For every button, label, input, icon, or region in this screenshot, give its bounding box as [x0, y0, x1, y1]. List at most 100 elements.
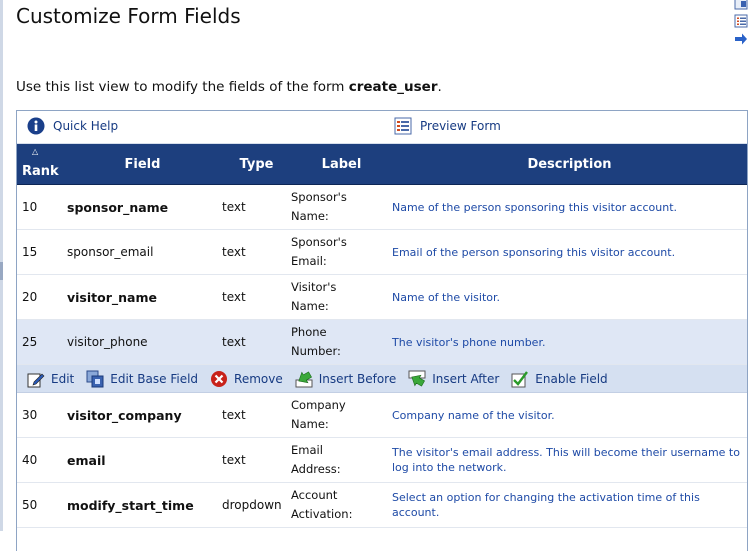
- label-line-1: Email: [291, 443, 323, 457]
- page-title: Customize Form Fields: [16, 4, 241, 28]
- label-line-1: Phone: [291, 325, 327, 339]
- insert-before-label: Insert Before: [318, 371, 397, 386]
- list-view-icon[interactable]: [734, 14, 748, 28]
- label-line-1: Sponsor's: [291, 190, 347, 204]
- edit-base-field-button[interactable]: Edit Base Field: [86, 370, 198, 388]
- preview-form-link[interactable]: Preview Form: [394, 117, 501, 135]
- checkmark-icon: [511, 370, 529, 387]
- table-row[interactable]: 50 modify_start_time dropdown Account Act…: [17, 482, 747, 528]
- description-cell: Company name of the visitor.: [392, 392, 747, 438]
- description-cell: Name of the person sponsoring this visit…: [392, 184, 747, 230]
- type-cell: text: [222, 437, 291, 483]
- edit-base-field-label: Edit Base Field: [110, 371, 199, 386]
- label-cell: Account Activation:: [291, 482, 392, 528]
- label-line-1: Sponsor's: [291, 235, 347, 249]
- intro-suffix: .: [437, 79, 442, 95]
- column-header-label[interactable]: Label: [291, 144, 392, 185]
- description-cell: Name of the visitor.: [392, 274, 747, 320]
- label-line-2: Name:: [291, 299, 329, 313]
- column-header-field[interactable]: Field: [63, 144, 222, 185]
- description-cell: The visitor's email address. This will b…: [392, 437, 747, 483]
- insert-before-icon: [295, 370, 313, 387]
- rank-cell: 10: [17, 184, 63, 230]
- rank-cell: 30: [17, 392, 63, 438]
- preview-form-icon: [394, 117, 412, 135]
- preview-form-label: Preview Form: [420, 119, 501, 133]
- insert-before-button[interactable]: Insert Before: [295, 370, 396, 388]
- label-cell: Company Name:: [291, 392, 392, 438]
- enable-field-label: Enable Field: [535, 371, 608, 386]
- intro-text: Use this list view to modify the fields …: [16, 79, 442, 95]
- table-row[interactable]: 10 sponsor_name text Sponsor's Name: Name…: [17, 184, 747, 230]
- row-actions-cell: Edit Edit Base Field Remove Insert Befor…: [17, 364, 747, 393]
- rank-cell: 50: [17, 482, 63, 528]
- type-cell: text: [222, 392, 291, 438]
- table-row-selected[interactable]: 25 visitor_phone text Phone Number: The v…: [17, 319, 747, 365]
- description-cell: Email of the person sponsoring this visi…: [392, 229, 747, 275]
- type-cell: dropdown: [222, 482, 291, 528]
- column-header-rank[interactable]: △ Rank: [17, 144, 63, 185]
- rank-cell: 15: [17, 229, 63, 275]
- edit-base-field-icon: [86, 370, 104, 387]
- description-cell: The visitor's phone number.: [392, 319, 747, 365]
- remove-button[interactable]: Remove: [210, 370, 283, 388]
- label-line-1: Company: [291, 398, 346, 412]
- info-icon: [27, 117, 45, 135]
- form-icon[interactable]: [734, 0, 748, 10]
- field-cell: visitor_name: [63, 274, 222, 320]
- rank-cell: 20: [17, 274, 63, 320]
- label-cell: Email Address:: [291, 437, 392, 483]
- insert-after-icon: [408, 370, 426, 387]
- label-cell: Visitor's Name:: [291, 274, 392, 320]
- table-row[interactable]: 15 sponsor_email text Sponsor's Email: Em…: [17, 229, 747, 275]
- rank-cell: 25: [17, 319, 63, 365]
- label-cell: Sponsor's Email:: [291, 229, 392, 275]
- side-icon-strip: [733, 0, 750, 50]
- field-cell: email: [63, 437, 222, 483]
- label-cell: Sponsor's Name:: [291, 184, 392, 230]
- type-cell: text: [222, 184, 291, 230]
- label-line-2: Name:: [291, 417, 329, 431]
- table-row[interactable]: 30 visitor_company text Company Name: Com…: [17, 392, 747, 438]
- column-header-type[interactable]: Type: [222, 144, 291, 185]
- label-line-2: Email:: [291, 254, 327, 268]
- sort-ascending-icon: △: [32, 147, 39, 156]
- label-line-2: Address:: [291, 462, 341, 476]
- fields-panel: Quick Help Preview Form △ Rank Field Typ…: [16, 110, 748, 551]
- field-cell: sponsor_name: [63, 184, 222, 230]
- label-line-2: Name:: [291, 209, 329, 223]
- field-cell: visitor_phone: [63, 319, 222, 365]
- field-cell: modify_start_time: [63, 482, 222, 528]
- label-line-2: Activation:: [291, 507, 353, 521]
- insert-after-button[interactable]: Insert After: [408, 370, 499, 388]
- rank-cell: 40: [17, 437, 63, 483]
- form-name: create_user: [348, 79, 438, 95]
- type-cell: text: [222, 229, 291, 275]
- type-cell: text: [222, 274, 291, 320]
- panel-toolbar: Quick Help Preview Form: [17, 111, 747, 144]
- edit-icon: [27, 373, 45, 387]
- enable-field-button[interactable]: Enable Field: [511, 370, 608, 388]
- label-cell: Phone Number:: [291, 319, 392, 365]
- remove-label: Remove: [234, 371, 283, 386]
- edit-label: Edit: [51, 371, 75, 386]
- table-row[interactable]: 20 visitor_name text Visitor's Name: Name…: [17, 274, 747, 320]
- quick-help-link[interactable]: Quick Help: [27, 117, 118, 135]
- quick-help-label: Quick Help: [53, 119, 119, 133]
- insert-after-label: Insert After: [432, 371, 500, 386]
- type-cell: text: [222, 319, 291, 365]
- edit-button[interactable]: Edit: [27, 370, 74, 388]
- label-line-1: Account: [291, 488, 338, 502]
- field-cell: visitor_company: [63, 392, 222, 438]
- arrow-right-icon[interactable]: [734, 32, 748, 46]
- label-line-1: Visitor's: [291, 280, 337, 294]
- intro-prefix: Use this list view to modify the fields …: [16, 79, 349, 95]
- label-line-2: Number:: [291, 344, 341, 358]
- rank-header-label: Rank: [22, 163, 59, 179]
- field-cell: sponsor_email: [63, 229, 222, 275]
- row-actions: Edit Edit Base Field Remove Insert Befor…: [17, 370, 747, 388]
- left-edge-handle[interactable]: [0, 262, 3, 280]
- table-row[interactable]: 40 email text Email Address: The visitor'…: [17, 437, 747, 483]
- column-header-description[interactable]: Description: [392, 144, 747, 185]
- row-actions-bar: Edit Edit Base Field Remove Insert Befor…: [17, 364, 747, 393]
